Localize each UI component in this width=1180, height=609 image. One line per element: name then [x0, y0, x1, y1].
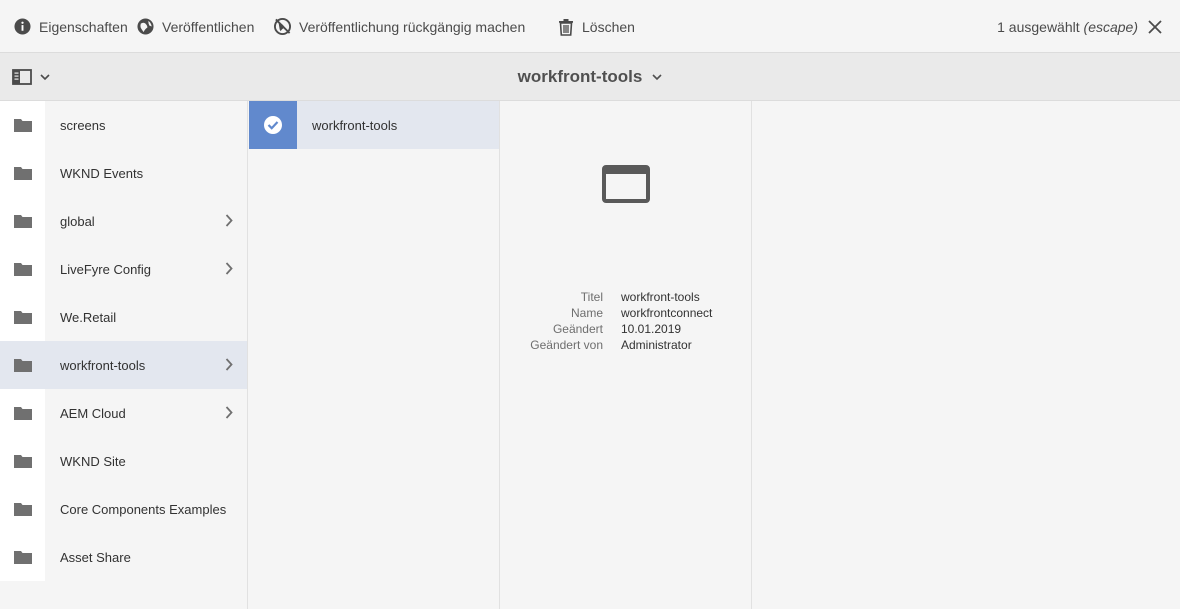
column-view-workfront-tools: workfront-tools: [249, 101, 500, 609]
chevron-right-icon: [225, 406, 233, 419]
folder-label: Core Components Examples: [60, 501, 227, 517]
folder-label: AEM Cloud: [60, 405, 126, 421]
folder-item[interactable]: screens: [0, 101, 247, 149]
folder-item[interactable]: workfront-tools: [0, 341, 247, 389]
folder-item[interactable]: We.Retail: [0, 293, 247, 341]
title-bar: workfront-tools: [0, 53, 1180, 101]
folder-item[interactable]: Asset Share: [0, 533, 247, 581]
chevron-right-icon: [225, 262, 233, 275]
expand-chevron[interactable]: [225, 406, 233, 424]
unpublish-button[interactable]: Veröffentlichung rückgängig machen: [274, 0, 525, 53]
empty-column: [753, 101, 1180, 609]
globe-icon: [137, 18, 154, 35]
action-bar: Eigenschaften Veröffentlichen Veröffentl…: [0, 0, 1180, 53]
folder-item[interactable]: WKND Site: [0, 437, 247, 485]
folder-icon: [13, 407, 32, 420]
meta-value: workfront-tools: [621, 290, 700, 304]
preview-panel: Titel workfront-tools Name workfrontconnec…: [501, 101, 752, 609]
folder-thumbnail: [0, 293, 45, 341]
folder-icon: [13, 551, 32, 564]
folder-label: Asset Share: [60, 549, 131, 565]
folder-icon: [13, 359, 32, 372]
close-icon[interactable]: [1148, 19, 1162, 34]
folder-item[interactable]: AEM Cloud: [0, 389, 247, 437]
folder-thumbnail: [0, 437, 45, 485]
info-icon: [14, 18, 31, 35]
folder-icon: [13, 215, 32, 228]
folder-icon: [13, 311, 32, 324]
meta-modified: Geändert 10.01.2019: [501, 321, 752, 337]
meta-value: Administrator: [621, 338, 692, 352]
folder-icon: [13, 503, 32, 516]
folder-thumbnail: [0, 533, 45, 581]
page-title[interactable]: workfront-tools: [0, 53, 1180, 101]
publish-button[interactable]: Veröffentlichen: [137, 0, 254, 53]
folder-label: screens: [60, 117, 106, 133]
delete-label: Löschen: [582, 18, 635, 35]
browser-window-icon: [602, 165, 650, 203]
metadata-list: Titel workfront-tools Name workfrontconnec…: [501, 289, 752, 353]
globe-strike-icon: [274, 18, 291, 35]
trash-icon: [559, 18, 573, 36]
checkmark-icon: [264, 116, 282, 134]
meta-key: Geändert: [552, 322, 603, 336]
meta-value: 10.01.2019: [621, 322, 682, 336]
folder-label: WKND Site: [60, 453, 126, 469]
properties-label: Eigenschaften: [39, 18, 128, 35]
meta-key: Geändert von: [530, 338, 603, 352]
list-item-label: workfront-tools: [312, 117, 398, 133]
publish-label: Veröffentlichen: [162, 18, 255, 35]
folder-thumbnail: [0, 245, 45, 293]
folder-item[interactable]: Core Components Examples: [0, 485, 247, 533]
folder-label: LiveFyre Config: [60, 261, 152, 277]
page-title-text: workfront-tools: [517, 67, 643, 86]
meta-key: Name: [570, 306, 603, 320]
folder-thumbnail: [0, 149, 45, 197]
folder-item[interactable]: LiveFyre Config: [0, 245, 247, 293]
meta-name: Name workfrontconnect: [501, 305, 752, 321]
folder-thumbnail: [0, 485, 45, 533]
chevron-down-icon: [652, 73, 662, 80]
column-view-root: screens WKND Events global LiveFyre Config W…: [0, 101, 248, 609]
folder-icon: [13, 167, 32, 180]
selection-count: 1 ausgewählt (escape): [997, 18, 1138, 35]
folder-thumbnail: [0, 101, 45, 149]
selection-info: 1 ausgewählt (escape): [997, 0, 1162, 53]
folder-label: We.Retail: [60, 309, 117, 325]
folder-label: workfront-tools: [60, 357, 146, 373]
folder-icon: [13, 455, 32, 468]
meta-modified-by: Geändert von Administrator: [501, 337, 752, 353]
folder-label: global: [60, 213, 95, 229]
chevron-right-icon: [225, 358, 233, 371]
folder-item[interactable]: global: [0, 197, 247, 245]
selection-checkbox[interactable]: [249, 101, 297, 149]
chevron-right-icon: [225, 214, 233, 227]
meta-value: workfrontconnect: [621, 306, 713, 320]
meta-key: Titel: [580, 290, 603, 304]
folder-icon: [13, 119, 32, 132]
list-item-selected[interactable]: workfront-tools: [249, 101, 499, 149]
meta-title: Titel workfront-tools: [501, 289, 752, 305]
folder-thumbnail: [0, 197, 45, 245]
properties-button[interactable]: Eigenschaften: [14, 0, 128, 53]
expand-chevron[interactable]: [225, 214, 233, 232]
folder-item[interactable]: WKND Events: [0, 149, 247, 197]
expand-chevron[interactable]: [225, 358, 233, 376]
folder-icon: [13, 263, 32, 276]
expand-chevron[interactable]: [225, 262, 233, 280]
folder-thumbnail: [0, 389, 45, 437]
unpublish-label: Veröffentlichung rückgängig machen: [299, 18, 526, 35]
folder-thumbnail: [0, 341, 45, 389]
escape-hint: (escape): [1083, 18, 1138, 35]
delete-button[interactable]: Löschen: [558, 0, 635, 53]
folder-label: WKND Events: [60, 165, 144, 181]
